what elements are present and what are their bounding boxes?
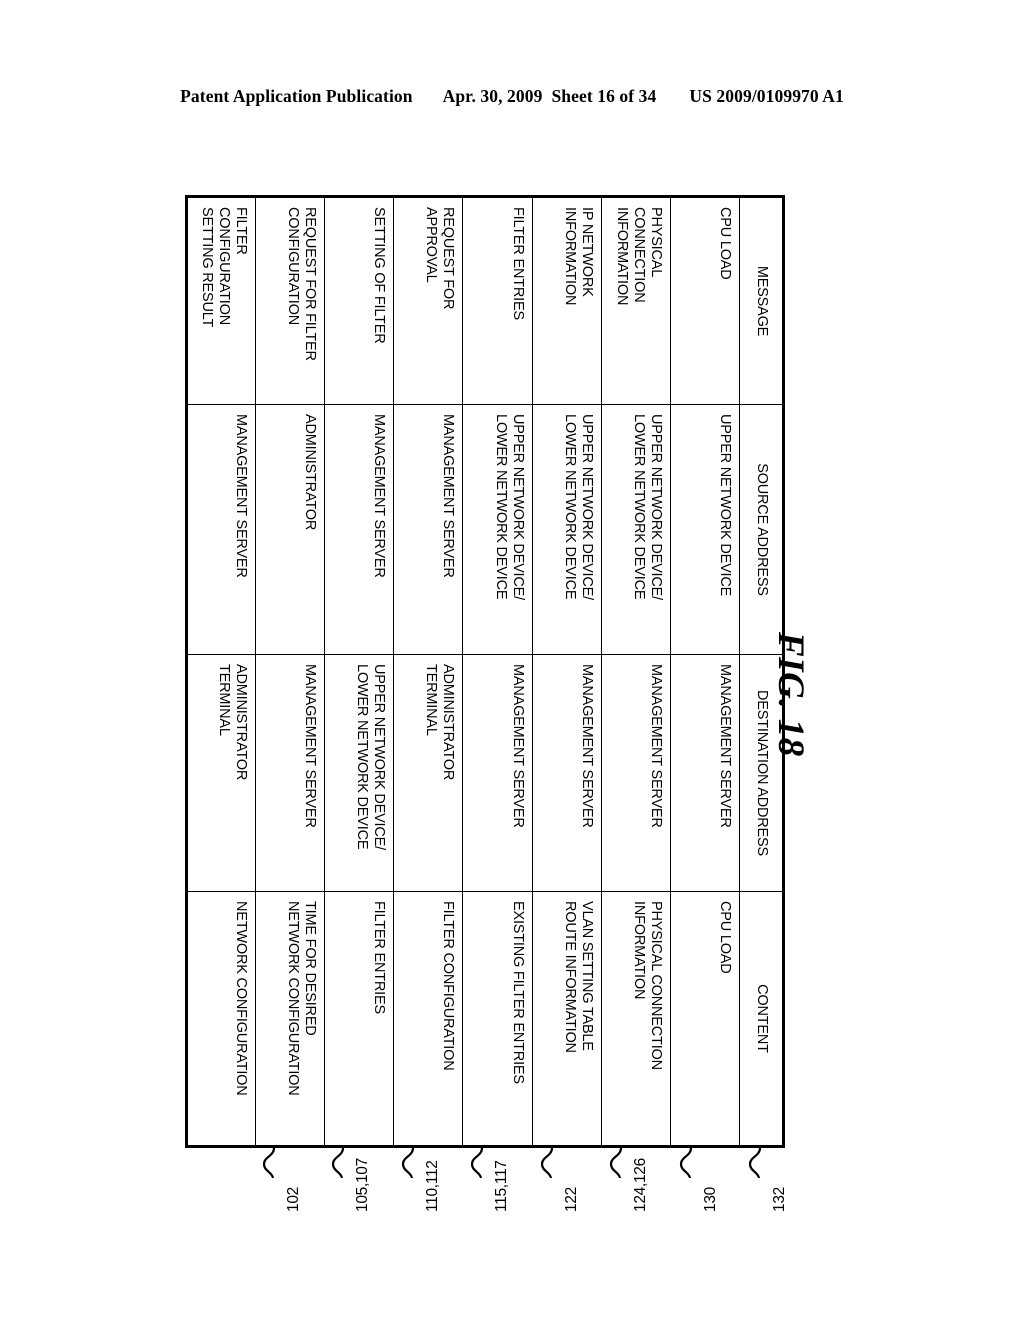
table-row: REQUEST FOR FILTER CONFIGURATION ADMINIS…	[255, 196, 325, 1147]
table-row: SETTING OF FILTER MANAGEMENT SERVER UPPE…	[324, 196, 394, 1147]
cell-content: NETWORK CONFIGURATION	[186, 891, 256, 1147]
cell-source: MANAGEMENT SERVER	[186, 404, 256, 655]
cell-source: MANAGEMENT SERVER	[393, 404, 463, 655]
cell-message: FILTER CONFIGURATION SETTING RESULT	[186, 196, 256, 405]
table-row: IP NETWORK INFORMATION UPPER NETWORK DEV…	[532, 196, 602, 1147]
cell-source: ADMINISTRATOR	[255, 404, 325, 655]
table-row: PHYSICAL CONNECTION INFORMATION UPPER NE…	[601, 196, 671, 1147]
cell-content: VLAN SETTING TABLE ROUTE INFORMATION	[532, 891, 602, 1147]
column-header-message: MESSAGE	[739, 196, 784, 405]
lead-line-squiggle	[748, 1148, 762, 1178]
reference-numeral: 110,112	[423, 1160, 441, 1212]
lead-line-squiggle	[262, 1148, 275, 1178]
reference-numeral: 122	[562, 1187, 580, 1212]
reference-numeral: 124,126	[632, 1158, 650, 1212]
cell-message: REQUEST FOR APPROVAL	[393, 196, 463, 405]
figure-label: FIG. 18	[770, 632, 811, 757]
cell-source: UPPER NETWORK DEVICE/ LOWER NETWORK DEVI…	[532, 404, 602, 655]
reference-numeral: 132	[771, 1187, 789, 1212]
cell-message: PHYSICAL CONNECTION INFORMATION	[601, 196, 671, 405]
cell-message: REQUEST FOR FILTER CONFIGURATION	[255, 196, 325, 405]
reference-numeral: 102	[284, 1187, 302, 1212]
cell-message: CPU LOAD	[670, 196, 740, 405]
cell-destination: ADMINISTRATOR TERMINAL	[186, 654, 256, 892]
table-row: FILTER ENTRIES UPPER NETWORK DEVICE/ LOW…	[463, 196, 533, 1147]
cell-source: UPPER NETWORK DEVICE	[670, 404, 740, 655]
table-row: FILTER CONFIGURATION SETTING RESULT MANA…	[186, 196, 256, 1147]
cell-destination: ADMINISTRATOR TERMINAL	[393, 654, 463, 892]
cell-content: EXISTING FILTER ENTRIES	[463, 891, 533, 1147]
table-body: CPU LOAD UPPER NETWORK DEVICE MANAGEMENT…	[186, 196, 740, 1147]
reference-numeral: 115,117	[493, 1160, 511, 1212]
figure-18: MESSAGE SOURCE ADDRESS DESTINATION ADDRE…	[0, 0, 1024, 1320]
column-header-source: SOURCE ADDRESS	[739, 404, 784, 655]
lead-line-squiggle	[679, 1148, 692, 1178]
cell-content: FILTER CONFIGURATION	[393, 891, 463, 1147]
lead-line-squiggle	[540, 1148, 553, 1178]
lead-line-squiggle	[470, 1148, 484, 1178]
lead-line-squiggle	[401, 1148, 414, 1178]
message-table-container: MESSAGE SOURCE ADDRESS DESTINATION ADDRE…	[185, 195, 785, 1148]
table-row: CPU LOAD UPPER NETWORK DEVICE MANAGEMENT…	[670, 196, 740, 1147]
cell-content: CPU LOAD	[670, 891, 740, 1147]
cell-message: IP NETWORK INFORMATION	[532, 196, 602, 405]
reference-numeral: 130	[701, 1187, 719, 1212]
cell-destination: MANAGEMENT SERVER	[255, 654, 325, 892]
message-table: MESSAGE SOURCE ADDRESS DESTINATION ADDRE…	[185, 195, 785, 1148]
cell-content: FILTER ENTRIES	[324, 891, 394, 1147]
lead-line-squiggle	[331, 1148, 345, 1178]
cell-destination: MANAGEMENT SERVER	[601, 654, 671, 892]
cell-message: FILTER ENTRIES	[463, 196, 533, 405]
cell-content: TIME FOR DESIRED NETWORK CONFIGURATION	[255, 891, 325, 1147]
lead-line-squiggle	[609, 1148, 623, 1178]
cell-source: MANAGEMENT SERVER	[324, 404, 394, 655]
cell-content: PHYSICAL CONNECTION INFORMATION	[601, 891, 671, 1147]
cell-source: UPPER NETWORK DEVICE/ LOWER NETWORK DEVI…	[601, 404, 671, 655]
reference-numeral: 105,107	[354, 1158, 372, 1212]
cell-destination: MANAGEMENT SERVER	[670, 654, 740, 892]
table-row: REQUEST FOR APPROVAL MANAGEMENT SERVER A…	[393, 196, 463, 1147]
cell-message: SETTING OF FILTER	[324, 196, 394, 405]
cell-destination: UPPER NETWORK DEVICE/ LOWER NETWORK DEVI…	[324, 654, 394, 892]
cell-source: UPPER NETWORK DEVICE/ LOWER NETWORK DEVI…	[463, 404, 533, 655]
cell-destination: MANAGEMENT SERVER	[532, 654, 602, 892]
column-header-content: CONTENT	[739, 891, 784, 1147]
cell-destination: MANAGEMENT SERVER	[463, 654, 533, 892]
